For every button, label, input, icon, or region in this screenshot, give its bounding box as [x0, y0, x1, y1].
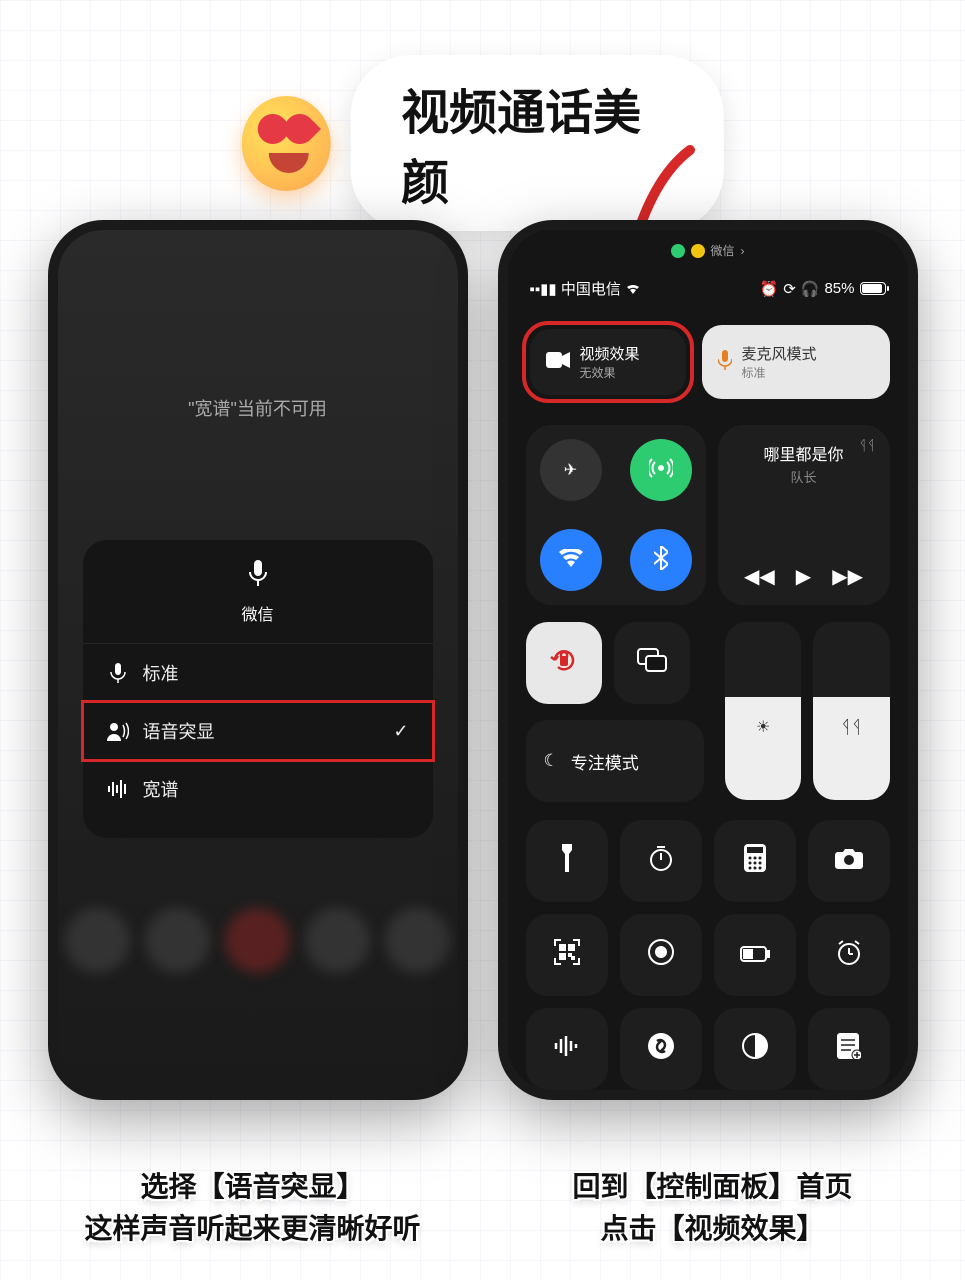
camera-tile[interactable] [808, 820, 890, 902]
alarm-tile[interactable] [808, 914, 890, 996]
tile-sub: 标准 [742, 364, 817, 381]
track-artist: 队长 [734, 467, 874, 486]
header-banner: 视频通话美颜 [241, 55, 724, 231]
timer-icon [648, 845, 674, 878]
flashlight-icon [560, 844, 574, 879]
track-title: 哪里都是你 [734, 441, 874, 465]
focus-label: 专注模式 [571, 749, 639, 774]
wifi-toggle[interactable] [540, 529, 602, 591]
dark-mode-icon [742, 1033, 768, 1066]
dark-mode-tile[interactable] [714, 1008, 796, 1090]
play-button[interactable]: ▶ [796, 564, 811, 589]
person-voice-icon [107, 721, 129, 741]
blurred-dock [58, 840, 458, 1040]
notes-tile[interactable] [808, 1008, 890, 1090]
shazam-tile[interactable] [620, 1008, 702, 1090]
qr-icon [554, 939, 580, 972]
bluetooth-icon [654, 546, 668, 575]
panel-app-name: 微信 [83, 601, 433, 625]
dynamic-island[interactable]: 微信 › [670, 242, 744, 259]
right-caption: 回到【控制面板】首页 点击【视频效果】 [523, 1166, 903, 1250]
notice-text: "宽谱"当前不可用 [58, 395, 458, 421]
battery-text: 85% [824, 280, 854, 297]
wifi-icon [559, 549, 583, 572]
bluetooth-toggle[interactable] [630, 529, 692, 591]
checkmark-icon: ✓ [393, 721, 408, 742]
sound-recognition-tile[interactable] [526, 1008, 608, 1090]
alarm-icon: ⏰ [760, 280, 779, 298]
qr-scan-tile[interactable] [526, 914, 608, 996]
connectivity-group: ✈ [526, 425, 706, 605]
microphone-icon [107, 663, 129, 683]
left-phone-frame: "宽谱"当前不可用 微信 标准 语音突显 ✓ 宽谱 [48, 220, 468, 1100]
video-effect-tile[interactable]: 视频效果无效果 [530, 329, 686, 395]
calculator-tile[interactable] [714, 820, 796, 902]
island-app: 微信 [710, 242, 734, 259]
calculator-icon [744, 844, 766, 879]
heart-eyes-emoji [241, 96, 331, 191]
status-bar: ▪▪▮▮ 中国电信 ⏰ ⟳ 🎧 85% [530, 278, 886, 299]
tile-title: 麦克风模式 [742, 343, 817, 364]
airplane-icon: ✈ [564, 460, 577, 480]
option-wide-spectrum[interactable]: 宽谱 [83, 760, 433, 818]
battery-icon [740, 941, 770, 969]
alarm-icon [836, 939, 862, 972]
carrier-label: ▪▪▮▮ 中国电信 [530, 278, 642, 299]
record-icon [648, 939, 674, 972]
mic-mode-tile[interactable]: 麦克风模式标准 [702, 325, 890, 399]
lock-rotation-icon [549, 645, 579, 682]
screen-mirroring-tile[interactable] [614, 622, 690, 704]
microphone-icon [718, 350, 732, 375]
timer-tile[interactable] [620, 820, 702, 902]
low-power-tile[interactable] [714, 914, 796, 996]
antenna-icon [649, 456, 673, 485]
video-icon [546, 352, 570, 373]
left-caption: 选择【语音突显】 这样声音听起来更清晰好听 [63, 1166, 443, 1250]
option-label: 语音突显 [143, 718, 215, 744]
battery-icon [860, 282, 886, 295]
notes-icon [837, 1033, 861, 1066]
moon-icon: ☾ [544, 751, 559, 771]
option-voice-isolation[interactable]: 语音突显 ✓ [83, 702, 433, 760]
flashlight-tile[interactable] [526, 820, 608, 902]
right-phone-frame: 微信 › ▪▪▮▮ 中国电信 ⏰ ⟳ 🎧 85% [498, 220, 918, 1100]
option-label: 宽谱 [143, 776, 179, 802]
waveform-icon [107, 780, 129, 798]
airplane-toggle[interactable]: ✈ [540, 439, 602, 501]
prev-button[interactable]: ◀◀ [744, 564, 775, 589]
signal-icon: ▪▪▮▮ [530, 281, 557, 298]
headphones-icon: 🎧 [801, 280, 820, 298]
airpods-icon: ᛩᛩ [859, 437, 876, 453]
shazam-icon [648, 1033, 674, 1066]
screen-record-tile[interactable] [620, 914, 702, 996]
now-playing-tile[interactable]: ᛩᛩ 哪里都是你 队长 ◀◀ ▶ ▶▶ [718, 425, 890, 605]
focus-tile[interactable]: ☾ 专注模式 [526, 720, 704, 802]
next-button[interactable]: ▶▶ [832, 564, 863, 589]
chevron-right-icon: › [741, 244, 745, 258]
wifi-icon [625, 281, 641, 298]
mirroring-icon [637, 648, 667, 679]
cellular-toggle[interactable] [630, 439, 692, 501]
panel-header: 微信 [83, 560, 433, 644]
option-standard[interactable]: 标准 [83, 644, 433, 702]
orientation-lock-tile[interactable] [526, 622, 602, 704]
waveform-icon [554, 1035, 580, 1063]
option-label: 标准 [143, 660, 179, 686]
camera-icon [835, 847, 863, 876]
lock-icon: ⟳ [783, 280, 796, 298]
tile-title: 视频效果 [580, 343, 640, 364]
mic-mode-panel: 微信 标准 语音突显 ✓ 宽谱 [83, 540, 433, 838]
banner-title: 视频通话美颜 [351, 55, 724, 231]
microphone-icon [248, 560, 268, 588]
tile-sub: 无效果 [580, 364, 640, 381]
